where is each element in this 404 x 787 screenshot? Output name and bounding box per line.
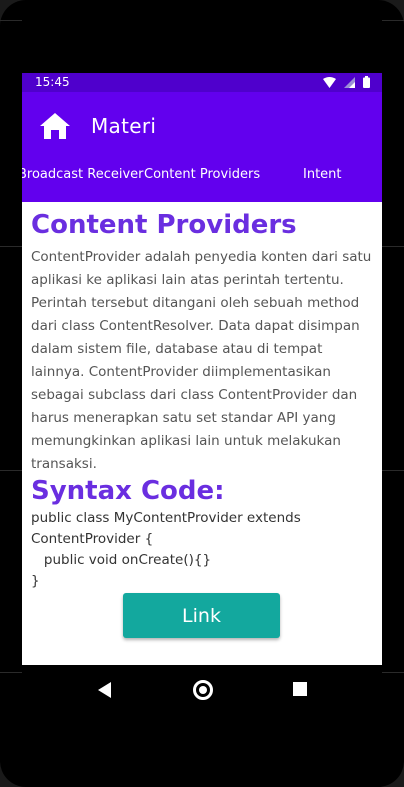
divider — [0, 246, 22, 247]
page-heading: Content Providers — [31, 210, 297, 240]
app-title: Materi — [91, 114, 157, 138]
divider — [0, 20, 22, 21]
tab-bar: Broadcast Receiver Content Providers Int… — [22, 158, 382, 202]
syntax-heading: Syntax Code: — [31, 476, 225, 506]
battery-icon — [363, 76, 370, 88]
app-screen: 15:45 Materi Broadcast Receiver Content … — [22, 73, 382, 665]
divider — [382, 672, 404, 673]
content-area: Content Providers ContentProvider adalah… — [31, 208, 376, 592]
status-bar: 15:45 — [22, 73, 382, 92]
navigation-bar — [22, 665, 382, 713]
app-bar: Materi — [22, 92, 382, 158]
divider — [0, 470, 22, 471]
recent-apps-icon[interactable] — [293, 682, 307, 696]
status-time: 15:45 — [35, 75, 70, 89]
divider — [0, 672, 22, 673]
code-snippet: public class MyContentProvider extends C… — [31, 510, 301, 589]
home-icon[interactable] — [39, 110, 71, 142]
home-nav-icon[interactable] — [193, 680, 213, 700]
wifi-icon — [323, 76, 336, 88]
divider — [382, 246, 404, 247]
divider — [382, 20, 404, 21]
link-button[interactable]: Link — [123, 593, 280, 638]
description-text: ContentProvider adalah penyedia konten d… — [31, 249, 372, 472]
tab-broadcast-receiver[interactable]: Broadcast Receiver — [22, 158, 144, 202]
back-icon[interactable] — [98, 682, 111, 698]
tab-intent[interactable]: Intent — [303, 158, 342, 202]
cell-signal-icon — [344, 76, 355, 88]
tab-content-providers[interactable]: Content Providers — [144, 158, 260, 202]
divider — [382, 470, 404, 471]
